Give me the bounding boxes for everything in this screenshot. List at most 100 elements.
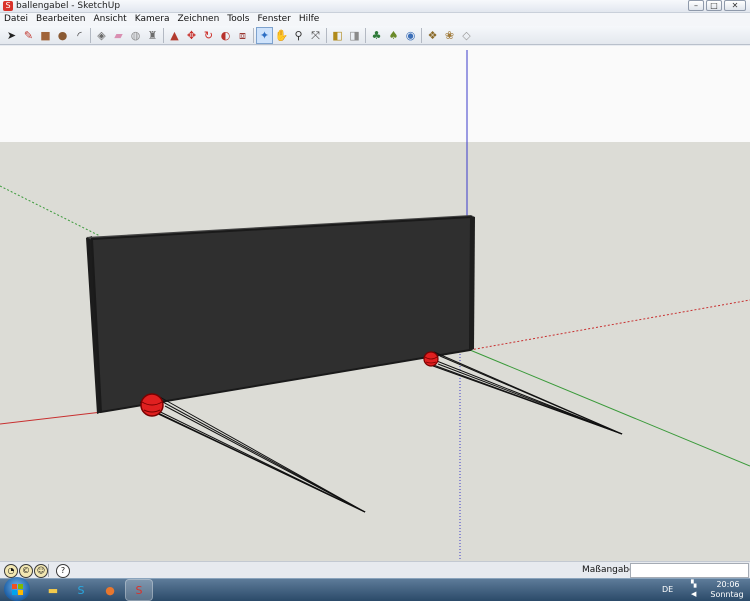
geo-location-icon[interactable]: ◔ xyxy=(4,564,18,578)
google-earth-tool-button[interactable]: ◉ xyxy=(403,28,418,43)
menu-ansicht[interactable]: Ansicht xyxy=(89,13,130,26)
menu-kamera[interactable]: Kamera xyxy=(131,13,174,26)
toolbar-separator xyxy=(90,27,91,43)
sketchup-icon: S xyxy=(135,583,143,597)
previous-view-icon: ◧ xyxy=(332,28,343,42)
firefox-icon: ● xyxy=(105,583,115,597)
menu-bar: Datei Bearbeiten Ansicht Kamera Zeichnen Tool… xyxy=(0,13,750,26)
orbit-icon: ✦ xyxy=(259,28,270,42)
volume-icon[interactable]: ◀ xyxy=(691,589,705,599)
eraser-icon: ▰ xyxy=(114,28,123,42)
language-indicator[interactable]: DE xyxy=(662,579,673,601)
paint-bucket-icon: ♜ xyxy=(147,28,158,42)
follow-me-tool-button[interactable]: ◐ xyxy=(218,28,233,43)
make-component-tool-button[interactable]: ◈ xyxy=(94,28,109,43)
skype-icon: S xyxy=(77,583,85,597)
maximize-button[interactable]: □ xyxy=(706,0,722,11)
pan-hand-icon: ✋ xyxy=(274,28,289,42)
sky xyxy=(0,46,750,142)
zoom-tool-button[interactable]: ⚲ xyxy=(291,28,306,43)
start-button[interactable] xyxy=(4,577,30,601)
arc-tool-button[interactable]: ◜ xyxy=(72,28,87,43)
materials-icon: ❀ xyxy=(444,28,455,42)
pencil-line-tool-button[interactable]: ✎ xyxy=(21,28,36,43)
select-arrow-tool-button[interactable]: ➤ xyxy=(4,28,19,43)
sketchup-taskbar-button[interactable]: S xyxy=(125,579,153,601)
circle-icon: ● xyxy=(57,28,68,42)
menu-zeichnen[interactable]: Zeichnen xyxy=(173,13,223,26)
menu-bearbeiten[interactable]: Bearbeiten xyxy=(32,13,89,26)
previous-view-tool-button[interactable]: ◧ xyxy=(330,28,345,43)
components-tool-button[interactable]: ❖ xyxy=(425,28,440,43)
status-divider xyxy=(48,564,49,577)
clock-time[interactable]: 20:06 xyxy=(712,580,744,590)
make-component-icon: ◈ xyxy=(97,28,106,42)
pan-hand-tool-button[interactable]: ✋ xyxy=(274,28,289,43)
scene-canvas[interactable] xyxy=(0,46,750,561)
toolbar-separator xyxy=(163,27,164,43)
taskbar: ▬ S ● S DE ▚ ◀ 20:06 Sonntag xyxy=(0,577,750,601)
network-icon[interactable]: ▚ xyxy=(691,579,705,589)
select-arrow-icon: ➤ xyxy=(6,28,17,42)
next-view-tool-button[interactable]: ◨ xyxy=(347,28,362,43)
explorer-taskbar-button[interactable]: ▬ xyxy=(40,580,66,600)
3d-viewport[interactable] xyxy=(0,46,750,561)
menu-fenster[interactable]: Fenster xyxy=(253,13,294,26)
explorer-icon: ▬ xyxy=(47,583,59,597)
offset-tool-button[interactable]: ⧈ xyxy=(235,28,250,43)
zoom-extents-icon: ⤧ xyxy=(311,28,320,42)
styles-tool-button[interactable]: ◇ xyxy=(459,28,474,43)
get-models-icon: ♣ xyxy=(371,28,382,42)
eraser-tool-button[interactable]: ▰ xyxy=(111,28,126,43)
paint-bucket-tool-button[interactable]: ♜ xyxy=(145,28,160,43)
pencil-line-icon: ✎ xyxy=(23,28,34,42)
push-pull-icon: ▲ xyxy=(170,28,179,42)
zoom-icon: ⚲ xyxy=(294,28,303,42)
share-model-tool-button[interactable]: ♠ xyxy=(386,28,401,43)
push-pull-tool-button[interactable]: ▲ xyxy=(167,28,182,43)
orbit-tool-button[interactable]: ✦ xyxy=(256,26,273,44)
help-icon[interactable]: ? xyxy=(56,564,70,578)
status-bar: ◔ © ☺? Maßangaben xyxy=(0,561,750,579)
clock-day[interactable]: Sonntag xyxy=(708,590,746,600)
arc-icon: ◜ xyxy=(77,28,82,42)
minimize-button[interactable]: – xyxy=(688,0,704,11)
window-title: ballengabel - SketchUp xyxy=(16,1,121,11)
next-view-icon: ◨ xyxy=(349,28,360,42)
menu-datei[interactable]: Datei xyxy=(0,13,32,26)
title-bar: S ballengabel - SketchUp – □ ✕ xyxy=(0,0,750,13)
toolbar-separator xyxy=(421,27,422,43)
follow-me-icon: ◐ xyxy=(220,28,231,42)
menu-hilfe[interactable]: Hilfe xyxy=(295,13,323,26)
credits-icon[interactable]: © xyxy=(19,564,33,578)
skype-taskbar-button[interactable]: S xyxy=(68,580,94,600)
tape-measure-icon: ◍ xyxy=(130,28,141,42)
toolbar-separator xyxy=(253,27,254,43)
rectangle-tool-button[interactable]: ■ xyxy=(38,28,53,43)
move-tool-button[interactable]: ✥ xyxy=(184,28,199,43)
get-models-tool-button[interactable]: ♣ xyxy=(369,28,384,43)
firefox-taskbar-button[interactable]: ● xyxy=(97,580,123,600)
close-button[interactable]: ✕ xyxy=(724,0,746,11)
windows-logo-icon xyxy=(11,583,23,595)
toolbar-separator xyxy=(326,27,327,43)
rotate-tool-button[interactable]: ↻ xyxy=(201,28,216,43)
tape-measure-tool-button[interactable]: ◍ xyxy=(128,28,143,43)
zoom-extents-tool-button[interactable]: ⤧ xyxy=(308,28,323,43)
rectangle-icon: ■ xyxy=(40,28,51,42)
toolbar-separator xyxy=(365,27,366,43)
system-tray[interactable]: ▚ ◀ xyxy=(691,579,705,601)
google-earth-icon: ◉ xyxy=(405,28,416,42)
sketchup-app-icon[interactable]: S xyxy=(3,1,13,11)
circle-tool-button[interactable]: ● xyxy=(55,28,70,43)
share-model-icon: ♠ xyxy=(388,28,399,42)
toolbar: ➤ ✎ ■ ● ◜ ◈ ▰ ◍ ♜ ▲ ✥ ↻ ◐ ⧈ ✦ ✋ ⚲ ⤧ ◧ ◨ ♣ ♠ ◉ ❖ ❀ ◇ xyxy=(0,26,750,45)
components-icon: ❖ xyxy=(427,28,438,42)
materials-tool-button[interactable]: ❀ xyxy=(442,28,457,43)
window-controls: – □ ✕ xyxy=(686,0,746,11)
menu-tools[interactable]: Tools xyxy=(223,13,253,26)
styles-icon: ◇ xyxy=(462,28,471,42)
user-icon[interactable]: ☺ xyxy=(34,564,48,578)
measurements-input[interactable] xyxy=(630,563,749,578)
move-icon: ✥ xyxy=(186,28,197,42)
